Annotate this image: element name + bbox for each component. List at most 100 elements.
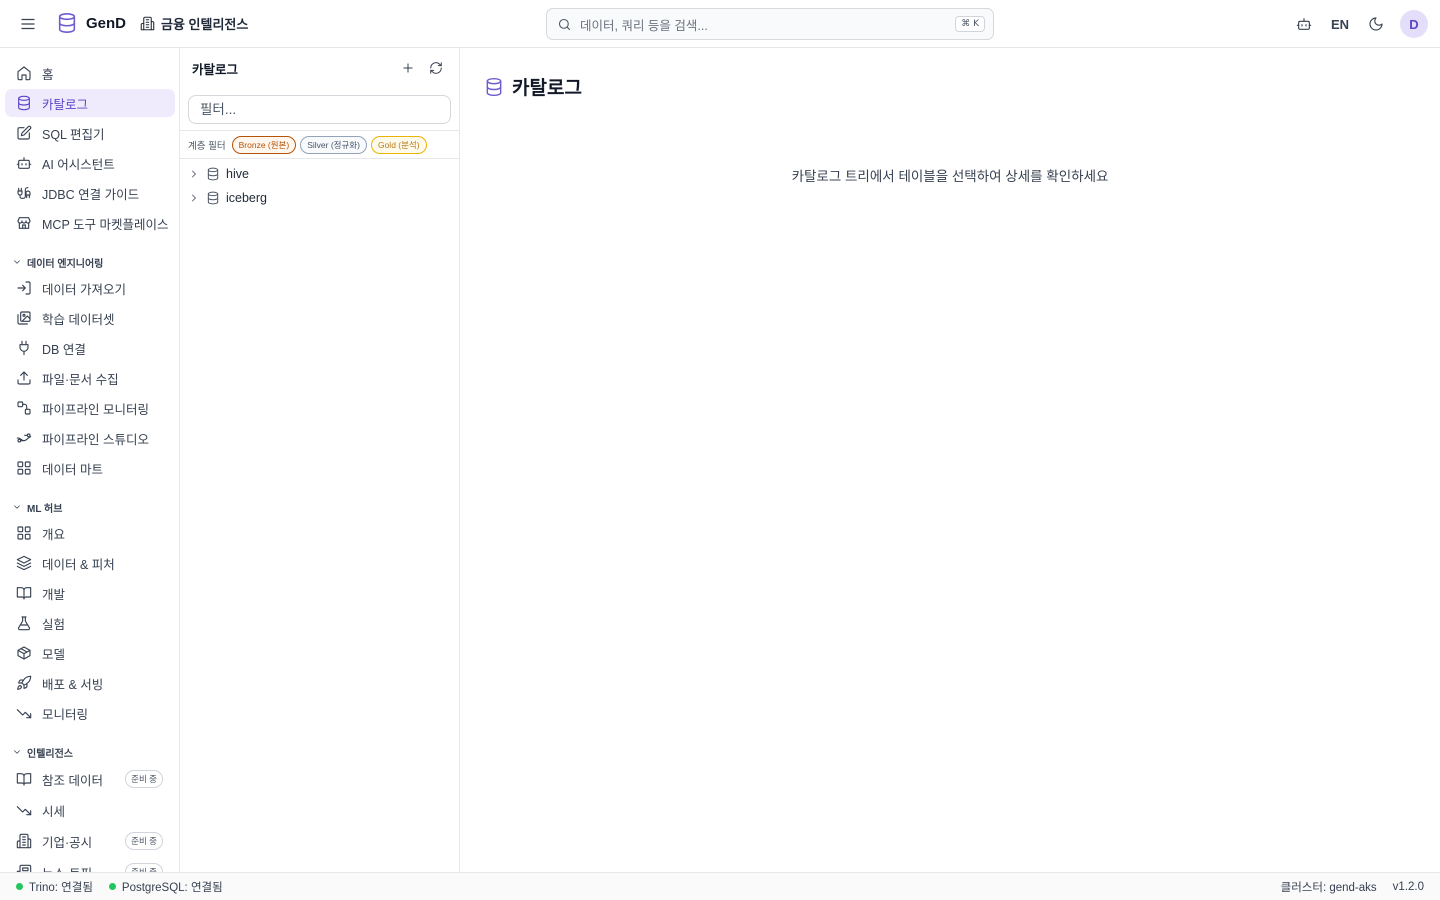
menu-toggle-button[interactable]: [16, 12, 40, 36]
database-icon: [18, 95, 30, 111]
trend-down-icon: [16, 709, 32, 719]
status-bar: Trino: 연결됨 PostgreSQL: 연결됨 클러스터: gend-ak…: [0, 872, 1440, 900]
search-icon: [558, 18, 571, 30]
building-icon: [16, 833, 32, 849]
brand[interactable]: GenD: [56, 12, 126, 34]
sidebar-item-db-connection[interactable]: DB 연결: [5, 334, 175, 362]
tier-chip-silver[interactable]: Silver (정규화): [300, 135, 367, 154]
section-header-data-engineering[interactable]: 데이터 엔지니어링: [12, 254, 103, 270]
images-icon: [17, 311, 31, 325]
trino-status: Trino: 연결됨: [16, 879, 93, 895]
route-icon: [17, 401, 31, 415]
store-icon: [17, 217, 31, 229]
user-avatar[interactable]: D: [1400, 10, 1428, 38]
sidebar-item-deploy-serving[interactable]: 배포 & 서빙: [5, 669, 175, 697]
section-title: 데이터 엔지니어링: [27, 258, 104, 270]
section-header-ml-hub[interactable]: ML 허브: [12, 499, 62, 515]
chevron-right-icon: [192, 194, 196, 202]
home-icon: [17, 66, 31, 81]
tree-node-iceberg[interactable]: iceberg: [188, 187, 450, 209]
section-title: 인텔리전스: [27, 748, 73, 760]
sidebar-item-data-import[interactable]: 데이터 가져오기: [5, 274, 175, 302]
sidebar-item-ml-overview[interactable]: 개요: [5, 519, 175, 547]
global-search[interactable]: 데이터, 쿼리 등을 검색... ⌘ K: [546, 8, 994, 40]
sidebar-item-label: 데이터 가져오기: [42, 282, 126, 297]
tier-chip-bronze[interactable]: Bronze (원본): [231, 135, 297, 154]
sidebar-item-home[interactable]: 홈: [5, 59, 175, 87]
sidebar-item-data-features[interactable]: 데이터 & 피처: [5, 549, 175, 577]
add-catalog-button[interactable]: [394, 54, 422, 82]
edit-icon: [17, 125, 32, 140]
workflow-icon: [16, 433, 32, 443]
ai-assistant-button[interactable]: [1286, 10, 1322, 38]
sidebar-item-label: JDBC 연결 가이드: [42, 187, 140, 202]
chevron-down-icon: [14, 750, 20, 754]
sidebar-item-models[interactable]: 모델: [5, 639, 175, 667]
newspaper-icon: [16, 864, 32, 872]
trino-status-text: Trino: 연결됨: [29, 881, 93, 894]
moon-icon: [1369, 17, 1383, 31]
plus-icon: [403, 63, 413, 73]
sidebar-item-label: 홈: [42, 67, 54, 82]
empty-state-message: 카탈로그 트리에서 테이블을 선택하여 상세를 확인하세요: [791, 169, 1109, 184]
database-logo-icon: [58, 13, 76, 33]
page-title: 카탈로그: [484, 73, 582, 100]
sidebar-item-market-prices[interactable]: 시세: [5, 796, 175, 824]
sidebar-item-ai-assistant[interactable]: AI 어시스턴트: [5, 149, 175, 177]
sidebar-item-ml-monitoring[interactable]: 모니터링: [5, 699, 175, 727]
sidebar-item-sql-editor[interactable]: SQL 편집기: [5, 119, 175, 147]
refresh-catalog-button[interactable]: [422, 54, 450, 82]
sidebar-item-label: 실험: [42, 617, 66, 632]
sidebar-item-label: 데이터 마트: [42, 462, 103, 477]
chevron-down-icon: [14, 505, 20, 509]
sidebar-item-news-topics[interactable]: 뉴스·토픽 준비 중: [5, 858, 175, 872]
sidebar-item-company-disclosure[interactable]: 기업·공시 준비 중: [5, 827, 175, 855]
section-title: ML 허브: [27, 503, 63, 515]
brand-name: GenD: [86, 14, 127, 32]
sidebar-item-pipeline-monitoring[interactable]: 파이프라인 모니터링: [5, 394, 175, 422]
sidebar-item-development[interactable]: 개발: [5, 579, 175, 607]
header-actions: EN D: [1286, 10, 1428, 38]
upload-icon: [17, 371, 31, 385]
sidebar-item-label: 파이프라인 모니터링: [42, 402, 149, 417]
sidebar-item-mcp-marketplace[interactable]: MCP 도구 마켓플레이스: [5, 209, 175, 237]
cable-icon: [17, 187, 31, 199]
postgres-status: PostgreSQL: 연결됨: [108, 879, 223, 895]
org-name: 금융 인텔리전스: [161, 17, 249, 32]
bot-icon: [1296, 18, 1312, 30]
catalog-panel-title: 카탈로그: [192, 62, 239, 77]
tier-chip-gold[interactable]: Gold (분석): [370, 135, 427, 154]
tree-node-label: iceberg: [226, 191, 267, 205]
language-toggle-button[interactable]: EN: [1322, 10, 1358, 38]
sidebar-item-label: 뉴스·토픽: [42, 863, 115, 873]
package-icon: [17, 646, 31, 660]
sidebar-item-data-mart[interactable]: 데이터 마트: [5, 454, 175, 482]
sidebar-item-training-datasets[interactable]: 학습 데이터셋: [5, 304, 175, 332]
hamburger-icon: [21, 18, 35, 30]
sidebar-item-label: 파일·문서 수집: [42, 372, 119, 387]
coming-soon-badge: 준비 중: [125, 832, 163, 850]
sidebar-item-file-ingest[interactable]: 파일·문서 수집: [5, 364, 175, 392]
theme-toggle-button[interactable]: [1358, 10, 1394, 38]
database-icon: [207, 191, 219, 205]
top-header: GenD 금융 인텔리전스 데이터, 쿼리 등을 검색... ⌘ K EN D: [0, 0, 1440, 48]
tree-node-hive[interactable]: hive: [188, 163, 450, 185]
sidebar-item-experiments[interactable]: 실험: [5, 609, 175, 637]
sidebar-item-label: 카탈로그: [42, 97, 89, 112]
sidebar-item-jdbc-guide[interactable]: JDBC 연결 가이드: [5, 179, 175, 207]
coming-soon-badge: 준비 중: [125, 770, 163, 788]
catalog-filter-input[interactable]: [188, 95, 451, 124]
postgres-status-text: PostgreSQL: 연결됨: [121, 881, 223, 894]
org-switcher[interactable]: 금융 인텔리전스: [140, 14, 248, 33]
sidebar-item-label: AI 어시스턴트: [42, 157, 115, 172]
import-icon: [17, 281, 31, 295]
sidebar-item-pipeline-studio[interactable]: 파이프라인 스튜디오: [5, 424, 175, 452]
app-version: v1.2.0: [1392, 880, 1424, 893]
sidebar-item-reference-data[interactable]: 참조 데이터 준비 중: [5, 765, 175, 793]
sidebar-item-label: 파이프라인 스튜디오: [42, 432, 149, 447]
layers-icon: [16, 555, 32, 571]
cluster-name: 클러스터: gend-aks: [1280, 881, 1377, 894]
section-header-intelligence[interactable]: 인텔리전스: [12, 744, 73, 760]
sidebar-item-label: SQL 편집기: [42, 127, 105, 142]
sidebar-item-catalog[interactable]: 카탈로그: [5, 89, 175, 117]
